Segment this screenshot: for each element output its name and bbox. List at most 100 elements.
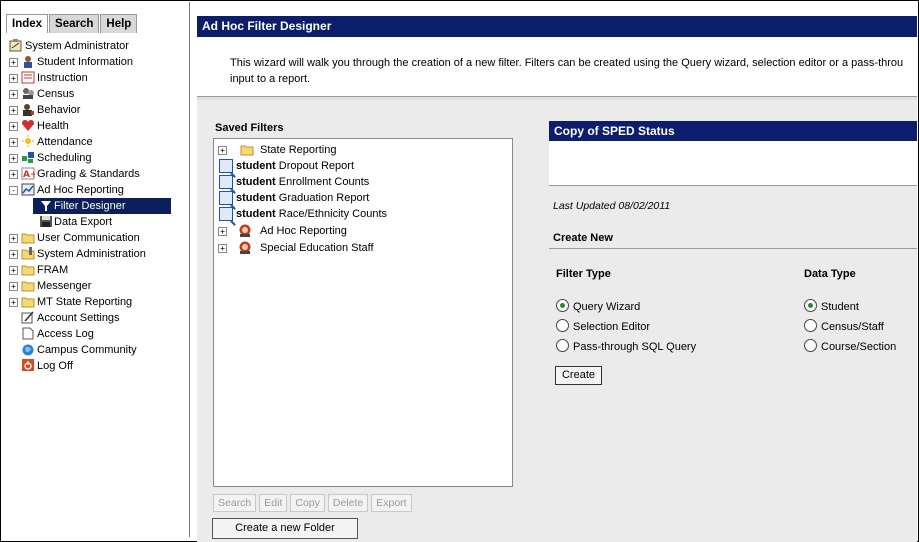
radio-unselected-icon	[804, 319, 817, 332]
nav-item-student-information[interactable]: + Student Information	[9, 54, 189, 70]
radio-unselected-icon	[556, 319, 569, 332]
radio-query-wizard[interactable]: Query Wizard	[556, 299, 640, 313]
radio-course-section[interactable]: Course/Section	[804, 339, 896, 353]
nav-item-label: Data Export	[54, 216, 113, 228]
page-header: Ad Hoc Filter Designer	[197, 16, 917, 37]
saved-item-text: student Dropout Report	[236, 158, 354, 174]
nav-item-ad-hoc-reporting[interactable]: - Ad Hoc Reporting	[9, 182, 189, 198]
folder-icon	[21, 279, 35, 292]
tab-index[interactable]: Index	[6, 14, 49, 33]
magnifier-icon	[219, 175, 233, 189]
nav-item-mt-state-reporting[interactable]: + MT State Reporting	[9, 294, 189, 310]
expand-icon[interactable]: +	[218, 244, 227, 253]
selected-filter-header: Copy of SPED Status	[549, 121, 917, 141]
saved-item-prefix: student	[236, 208, 276, 220]
svg-text:A+: A+	[23, 170, 35, 180]
nav-item-data-export[interactable]: Data Export	[9, 214, 189, 230]
expand-icon[interactable]: +	[9, 90, 18, 99]
expand-icon[interactable]: +	[9, 282, 18, 291]
clipboard-icon	[9, 39, 23, 52]
delete-button[interactable]: Delete	[327, 494, 369, 512]
scheduling-icon	[21, 151, 35, 164]
nav-item-campus-community[interactable]: Campus Community	[9, 342, 189, 358]
saved-filters-tree[interactable]: + State Reporting student Dropout Report…	[213, 138, 513, 487]
export-button[interactable]: Export	[371, 494, 412, 512]
nav-tabs: Index Search Help	[6, 14, 138, 33]
expand-icon[interactable]: +	[9, 74, 18, 83]
nav-item-system-administrator[interactable]: System Administrator	[9, 38, 189, 54]
expand-icon[interactable]: +	[9, 154, 18, 163]
nav-item-grading-standards[interactable]: + A+ Grading & Standards	[9, 166, 189, 182]
nav-item-label: Grading & Standards	[37, 168, 140, 180]
radio-selection-editor[interactable]: Selection Editor	[556, 319, 650, 333]
radio-label: Query Wizard	[573, 301, 641, 313]
nav-item-behavior[interactable]: + Behavior	[9, 102, 189, 118]
saved-item-prefix: student	[236, 160, 276, 172]
nav-item-access-log[interactable]: Access Log	[9, 326, 189, 342]
nav-item-fram[interactable]: + FRAM	[9, 262, 189, 278]
radio-pass-through-sql[interactable]: Pass-through SQL Query	[556, 339, 696, 353]
radio-label: Selection Editor	[573, 321, 651, 333]
search-button[interactable]: Search	[213, 494, 257, 512]
nav-item-scheduling[interactable]: + Scheduling	[9, 150, 189, 166]
radio-label: Pass-through SQL Query	[573, 341, 697, 353]
saved-item-label: Race/Ethnicity Counts	[278, 208, 388, 220]
saved-item-label: Enrollment Counts	[278, 176, 370, 188]
expand-icon[interactable]: +	[9, 122, 18, 131]
expand-icon[interactable]: +	[9, 250, 18, 259]
edit-button[interactable]: Edit	[259, 494, 288, 512]
create-new-heading: Create New	[553, 232, 613, 244]
expand-icon[interactable]: +	[9, 298, 18, 307]
saved-item-label: State Reporting	[260, 144, 337, 156]
saved-item-prefix: student	[236, 192, 276, 204]
filter-icon	[39, 199, 53, 212]
nav-item-health[interactable]: + Health	[9, 118, 189, 134]
nav-item-system-administration[interactable]: + System Administration	[9, 246, 189, 262]
create-button[interactable]: Create	[555, 366, 602, 385]
magnifier-icon	[219, 159, 233, 173]
nav-item-label: Campus Community	[37, 344, 137, 356]
nav-item-census[interactable]: + Census	[9, 86, 189, 102]
nav-item-user-communication[interactable]: + User Communication	[9, 230, 189, 246]
selected-filter-details	[549, 141, 917, 186]
document-icon	[21, 327, 35, 340]
expand-icon[interactable]: +	[218, 146, 227, 155]
expand-icon[interactable]: +	[218, 227, 227, 236]
saved-item-label: Graduation Report	[278, 192, 370, 204]
saved-item-text: student Race/Ethnicity Counts	[236, 206, 387, 222]
nav-item-filter-designer[interactable]: Filter Designer	[9, 198, 189, 214]
nav-item-log-off[interactable]: Log Off	[9, 358, 189, 374]
nav-item-label: System Administration	[37, 248, 146, 260]
tab-help[interactable]: Help	[100, 14, 138, 33]
sysadmin-icon	[21, 247, 35, 260]
nav-item-label: MT State Reporting	[37, 296, 133, 308]
grading-icon: A+	[21, 167, 38, 180]
expand-icon[interactable]: +	[9, 106, 18, 115]
shared-folder-icon	[237, 224, 251, 237]
copy-button[interactable]: Copy	[290, 494, 325, 512]
intro-line-2: input to a report.	[230, 73, 311, 85]
expand-icon[interactable]: +	[9, 170, 18, 179]
saved-item-label: Special Education Staff	[260, 242, 374, 254]
nav-item-instruction[interactable]: + Instruction	[9, 70, 189, 86]
radio-label: Student	[821, 301, 859, 313]
radio-census-staff[interactable]: Census/Staff	[804, 319, 884, 333]
expand-icon[interactable]: +	[9, 138, 18, 147]
nav-item-attendance[interactable]: + Attendance	[9, 134, 189, 150]
nav-tree: System Administrator + Student Informati…	[9, 38, 189, 374]
expand-icon[interactable]: +	[9, 234, 18, 243]
radio-label: Course/Section	[821, 341, 897, 353]
nav-item-account-settings[interactable]: Account Settings	[9, 310, 189, 326]
create-folder-button[interactable]: Create a new Folder	[212, 518, 358, 539]
tab-search[interactable]: Search	[49, 14, 100, 33]
nav-item-messenger[interactable]: + Messenger	[9, 278, 189, 294]
collapse-icon[interactable]: -	[9, 186, 18, 195]
expand-icon[interactable]: +	[9, 266, 18, 275]
nav-item-label: Scheduling	[37, 152, 92, 164]
save-icon	[39, 215, 53, 228]
expand-icon[interactable]: +	[9, 58, 18, 67]
attendance-icon	[21, 135, 35, 148]
radio-student[interactable]: Student	[804, 299, 859, 313]
nav-item-label: Log Off	[37, 360, 73, 372]
nav-item-label: User Communication	[37, 232, 140, 244]
